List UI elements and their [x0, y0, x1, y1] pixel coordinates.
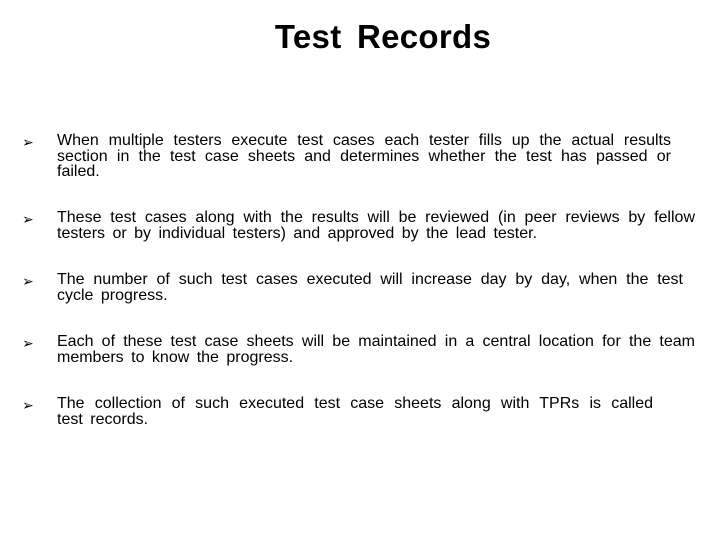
arrowhead-bullet-icon: ➢ [22, 335, 34, 351]
bullet-text: Each of these test case sheets will be m… [57, 333, 695, 366]
bullet-item: ➢ Each of these test case sheets will be… [22, 333, 702, 366]
bullet-item: ➢ These test cases along with the result… [22, 209, 702, 242]
arrowhead-bullet-icon: ➢ [22, 134, 34, 150]
arrowhead-bullet-icon: ➢ [22, 273, 34, 289]
arrowhead-bullet-icon: ➢ [22, 397, 34, 413]
bullet-text: These test cases along with the results … [57, 209, 695, 242]
bullet-item: ➢ The collection of such executed test c… [22, 395, 702, 428]
bullet-text: The collection of such executed test cas… [57, 395, 653, 428]
bullet-text: When multiple testers execute test cases… [57, 132, 671, 180]
bullet-item: ➢ When multiple testers execute test cas… [22, 133, 702, 180]
bullet-list: ➢ When multiple testers execute test cas… [0, 0, 720, 540]
bullet-text: The number of such test cases executed w… [57, 271, 683, 304]
bullet-item: ➢ The number of such test cases executed… [22, 271, 702, 304]
arrowhead-bullet-icon: ➢ [22, 211, 34, 227]
